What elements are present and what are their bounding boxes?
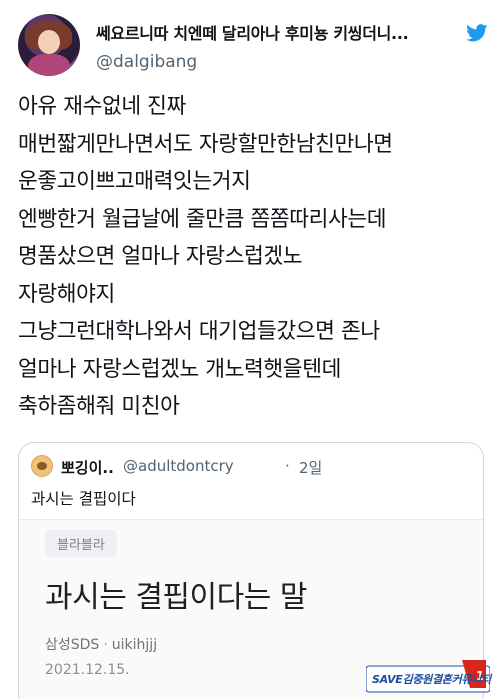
tweet-line: 엔빵한거 월급날에 줄만큼 쫌쫌따리사는데 (18, 206, 387, 232)
separator-dot: · (103, 637, 108, 653)
twitter-bird-icon (466, 24, 488, 42)
watermark-text: SAVE김중원결혼커뮤니티 (372, 673, 491, 686)
tweet-body: 아유 재수없네 진짜 매번짧게만나면서도 자랑할만한남친만나면 운좋고이쁘고매력… (18, 88, 488, 426)
tweet-line: 그냥그런대학나와서 대기업들갔으면 존나 (18, 319, 380, 344)
post-user: uikihjjj (111, 637, 158, 653)
quoted-author-handle[interactable]: @adultdontcry (123, 457, 234, 475)
tweet-line: 얼마나 자랑스럽겠노 개노력햇을텐데 (18, 356, 341, 382)
post-title: 과시는 결핍이다는 말 (45, 580, 307, 615)
quoted-author-name[interactable]: 뽀깅이.. (61, 457, 114, 478)
tweet-line: 매번짧게만나면서도 자랑할만한남친만나면 (18, 131, 393, 157)
separator-dot: · (285, 457, 290, 475)
board-chip: 블라블라 (45, 530, 117, 557)
post-date: 2021.12.15. (45, 662, 130, 678)
tweet-line: 아유 재수없네 진짜 (18, 94, 186, 119)
tweet-line: 축하좀해줘 미친아 (18, 394, 180, 419)
post-company: 삼성SDS (45, 637, 100, 653)
author-display-name[interactable]: 쎄요르니따 치엔떼 달리아나 후미뇽 키씽더니... (96, 20, 409, 44)
post-meta: 삼성SDS · uikihjjj (45, 634, 157, 654)
author-handle[interactable]: @dalgibang (96, 52, 197, 72)
author-avatar[interactable] (18, 14, 80, 76)
watermark-logo: 1 SAVE김중원결혼커뮤니티 (366, 658, 491, 694)
tweet-line: 운좋고이쁘고매력잇는거지 (18, 169, 251, 194)
tweet-line: 명품샀으면 얼마나 자랑스럽겠노 (18, 244, 303, 269)
tweet-header: 쎄요르니따 치엔떼 달리아나 후미뇽 키씽더니... @dalgibang (18, 14, 488, 76)
quoted-author-avatar[interactable] (31, 455, 53, 477)
quoted-tweet-text: 과시는 결핍이다 (31, 490, 136, 508)
tweet-line: 자랑해야지 (18, 281, 115, 307)
quoted-tweet-time[interactable]: 2일 (299, 457, 322, 478)
